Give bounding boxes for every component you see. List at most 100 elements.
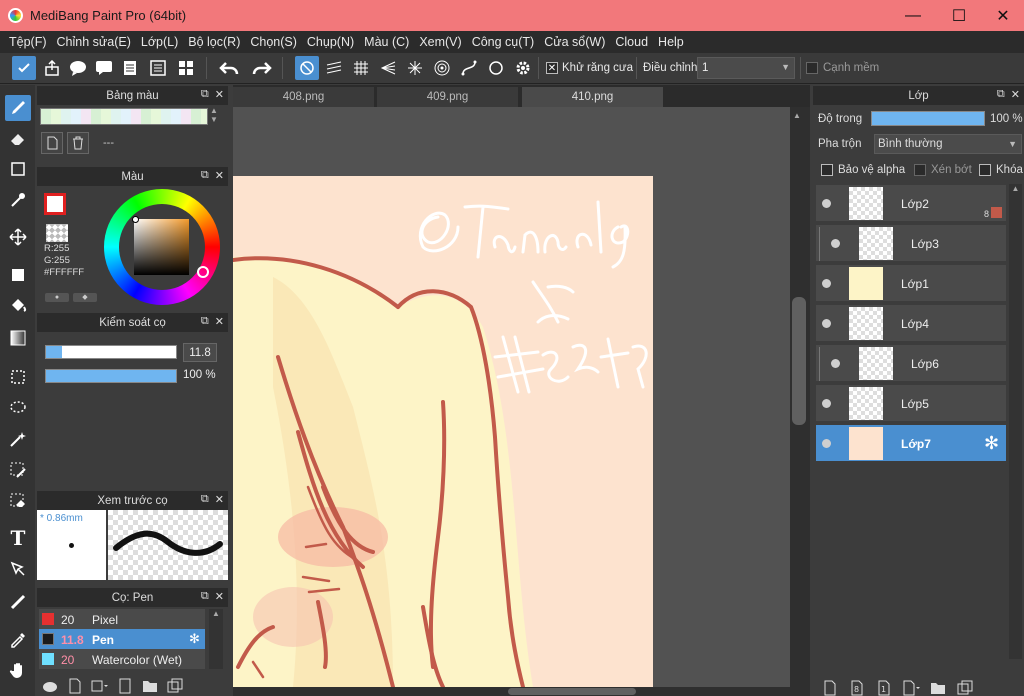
color-sv-square[interactable]: [134, 219, 189, 275]
foreground-color-swatch[interactable]: [44, 193, 66, 215]
layer-visibility-eye-icon[interactable]: [822, 319, 831, 328]
layer-row-lop6[interactable]: Lớp6: [816, 345, 1006, 383]
protect-alpha-checkbox[interactable]: [821, 164, 833, 176]
document-list-icon[interactable]: [146, 56, 170, 80]
menu-layer[interactable]: Lớp(L): [136, 35, 183, 49]
hand-tool-icon[interactable]: [5, 657, 31, 683]
menu-filter[interactable]: Bộ lọc(R): [183, 35, 245, 49]
speech-bubble-icon[interactable]: [66, 56, 90, 80]
radial-snap-icon[interactable]: [403, 56, 427, 80]
vanishing-point-icon[interactable]: [376, 56, 400, 80]
brush-item-pen[interactable]: 11.8 Pen ✻: [39, 629, 205, 649]
layer-row-lop2[interactable]: Lớp2 8: [816, 185, 1006, 223]
close-button[interactable]: ✕: [980, 0, 1024, 31]
ellipse-snap-icon[interactable]: [484, 56, 508, 80]
move-tool-icon[interactable]: [5, 224, 31, 250]
panel-popout-icon[interactable]: ⧉: [201, 88, 209, 101]
transparent-color-swatch[interactable]: [46, 224, 68, 242]
layer-list-scrollbar[interactable]: ▲: [1009, 184, 1022, 659]
select-pen-tool-icon[interactable]: [5, 457, 31, 483]
antialias-checkbox[interactable]: ✕: [546, 62, 558, 74]
snap-off-icon[interactable]: [295, 56, 319, 80]
snap-settings-gear-icon[interactable]: [511, 56, 535, 80]
gradient-tool-icon[interactable]: [5, 325, 31, 351]
new-brush-icon[interactable]: [66, 677, 84, 695]
brush-item-watercolor[interactable]: 20 Watercolor (Wet): [39, 649, 205, 669]
trash-icon[interactable]: [67, 132, 89, 154]
cloud-check-icon[interactable]: [12, 56, 36, 80]
artwork-canvas[interactable]: [233, 107, 790, 687]
palette-scroll[interactable]: ▲ ▼: [210, 106, 222, 126]
document-icon[interactable]: [118, 56, 142, 80]
menu-edit[interactable]: Chỉnh sửa(E): [52, 35, 136, 49]
menu-help[interactable]: Help: [653, 35, 689, 49]
layer-visibility-eye-icon[interactable]: [822, 399, 831, 408]
maximize-button[interactable]: ☐: [936, 0, 982, 31]
crosshatch-snap-icon[interactable]: [349, 56, 373, 80]
add-brush-cloud-icon[interactable]: [41, 677, 59, 695]
dot-brush-tool-icon[interactable]: [5, 187, 31, 213]
vertical-scroll-thumb[interactable]: [792, 297, 806, 425]
panel-close-icon[interactable]: ✕: [215, 88, 224, 101]
parallel-snap-icon[interactable]: [322, 56, 346, 80]
tab-409[interactable]: 409.png: [377, 87, 518, 107]
menu-window[interactable]: Cửa sổ(W): [539, 35, 610, 49]
palette-swatches[interactable]: [40, 108, 208, 125]
brush-tool-icon[interactable]: [5, 95, 31, 121]
curve-snap-icon[interactable]: [457, 56, 481, 80]
correction-select[interactable]: 1 ▼: [697, 57, 795, 79]
panel-close-icon[interactable]: ✕: [215, 590, 224, 603]
layer-folder-icon[interactable]: [929, 679, 947, 696]
layer-row-lop1[interactable]: Lớp1: [816, 265, 1006, 303]
color-hue-ring[interactable]: [104, 189, 220, 305]
layer-row-lop7[interactable]: Lớp7 ✻: [816, 425, 1006, 463]
select-eraser-tool-icon[interactable]: [5, 488, 31, 514]
canvas-horizontal-scrollbar[interactable]: [233, 687, 810, 696]
panel-grid-icon[interactable]: [174, 56, 198, 80]
horizontal-scroll-thumb[interactable]: [508, 688, 636, 695]
layer-visibility-eye-icon[interactable]: [831, 239, 840, 248]
new-palette-icon[interactable]: [41, 132, 63, 154]
fill-rect-tool-icon[interactable]: [5, 262, 31, 288]
panel-close-icon[interactable]: ✕: [1011, 88, 1020, 101]
brush-menu-icon[interactable]: [91, 677, 109, 695]
eraser-tool-icon[interactable]: [5, 125, 31, 151]
new-1bit-layer-icon[interactable]: 1: [875, 679, 893, 696]
share-icon[interactable]: [40, 56, 64, 80]
layer-row-lop3[interactable]: Lớp3: [816, 225, 1006, 263]
scroll-up-icon[interactable]: ▲: [793, 111, 801, 120]
brush-opacity-slider[interactable]: [45, 369, 177, 383]
brush-size-slider[interactable]: [45, 345, 177, 359]
panel-popout-icon[interactable]: ⧉: [201, 493, 209, 506]
canvas-vertical-scrollbar[interactable]: ▲: [790, 107, 810, 687]
canvas-viewport[interactable]: [233, 107, 790, 687]
color-slider-mode-button[interactable]: ●: [45, 293, 69, 302]
clip-checkbox[interactable]: [914, 164, 926, 176]
tab-408[interactable]: 408.png: [233, 87, 374, 107]
layer-visibility-eye-icon[interactable]: [822, 439, 831, 448]
brush-list-scrollbar[interactable]: ▲: [209, 609, 223, 669]
concentric-snap-icon[interactable]: [430, 56, 454, 80]
menu-color[interactable]: Màu (C): [359, 35, 414, 49]
menu-cloud[interactable]: Cloud: [610, 35, 653, 49]
brush-folder-icon[interactable]: [141, 677, 159, 695]
duplicate-layer-icon[interactable]: [956, 679, 974, 696]
panel-close-icon[interactable]: ✕: [215, 169, 224, 182]
lock-checkbox[interactable]: [979, 164, 991, 176]
minimize-button[interactable]: —: [890, 0, 936, 31]
panel-popout-icon[interactable]: ⧉: [997, 88, 1005, 101]
operation-tool-icon[interactable]: [5, 556, 31, 582]
text-tool-icon[interactable]: T: [5, 525, 31, 551]
layer-visibility-eye-icon[interactable]: [831, 359, 840, 368]
lasso-tool-icon[interactable]: [5, 395, 31, 421]
brush-settings-gear-icon[interactable]: ✻: [189, 631, 200, 647]
redo-icon[interactable]: [250, 56, 274, 80]
panel-popout-icon[interactable]: ⧉: [201, 315, 209, 328]
layer-visibility-eye-icon[interactable]: [822, 279, 831, 288]
tab-410[interactable]: 410.png: [522, 87, 663, 107]
brush-doc-icon[interactable]: [116, 677, 134, 695]
brush-item-pixel[interactable]: 20 Pixel: [39, 609, 205, 629]
layer-settings-gear-icon[interactable]: ✻: [984, 433, 999, 454]
divide-tool-icon[interactable]: [5, 589, 31, 615]
magic-wand-tool-icon[interactable]: [5, 426, 31, 452]
